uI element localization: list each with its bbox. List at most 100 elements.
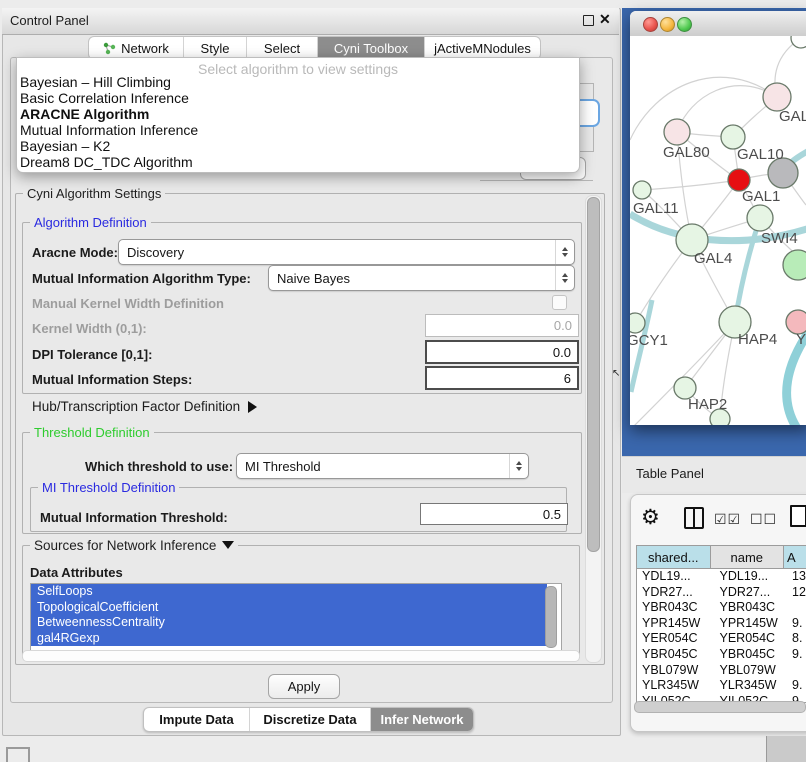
network-node	[633, 181, 651, 199]
data-attributes-label: Data Attributes	[30, 565, 123, 580]
table-horizontal-scrollbar[interactable]	[634, 701, 806, 713]
tab-network[interactable]: Network	[89, 37, 183, 59]
algorithm-option-selected[interactable]: ARACNE Algorithm	[20, 106, 149, 122]
minimized-window-icon[interactable]	[6, 747, 30, 762]
network-node	[763, 83, 791, 111]
tab-style[interactable]: Style	[183, 37, 246, 59]
manual-kernel-checkbox[interactable]	[552, 295, 567, 310]
cyni-algorithm-settings-title: Cyni Algorithm Settings	[23, 186, 165, 201]
column-header-shared-name[interactable]: shared...	[637, 546, 711, 568]
node-label: Y	[796, 331, 806, 348]
network-node	[791, 36, 806, 48]
tab-label: Impute Data	[159, 712, 233, 727]
network-node-labels: GAL GAL80 GAL10 GAL11 GAL1 SWI4 GAL4 GCY…	[630, 108, 806, 413]
algorithm-dropdown-popup: Select algorithm to view settings Bayesi…	[16, 57, 580, 173]
network-node	[630, 313, 645, 333]
network-node	[664, 119, 690, 145]
table-row[interactable]: YBR045CYBR045C9.	[637, 647, 806, 663]
cyni-bottom-tabs: Impute Data Discretize Data Infer Networ…	[143, 707, 474, 732]
horizontal-scrollbar[interactable]	[22, 650, 580, 662]
spinner-icon	[555, 240, 574, 264]
which-threshold-select[interactable]: MI Threshold	[236, 453, 529, 479]
aracne-mode-value: Discovery	[119, 245, 555, 260]
network-graph: GAL GAL80 GAL10 GAL11 GAL1 SWI4 GAL4 GCY…	[630, 36, 806, 425]
table-row[interactable]: YDL19...YDL19...13	[637, 569, 806, 585]
network-window-titlebar[interactable]	[630, 11, 806, 37]
table-row[interactable]: YER054CYER054C8.	[637, 631, 806, 647]
table-row[interactable]: YDR27...YDR27...12	[637, 585, 806, 601]
close-icon[interactable]: ✕	[599, 11, 611, 28]
mi-type-value: Naive Bayes	[269, 271, 555, 286]
algorithm-definition-title: Algorithm Definition	[30, 215, 151, 230]
list-item[interactable]: gal4RGexp	[31, 631, 547, 647]
algorithm-option[interactable]: Mutual Information Inference	[20, 122, 198, 138]
unchecked-checkboxes-icon[interactable]: ☐☐	[750, 511, 777, 528]
document-icon[interactable]	[790, 505, 806, 527]
list-item[interactable]: BetweennessCentrality	[31, 615, 547, 631]
mi-steps-field[interactable]: 6	[425, 366, 579, 390]
minimize-traffic-light-icon[interactable]	[660, 17, 675, 32]
mi-threshold-value: 0.5	[543, 507, 561, 522]
node-table[interactable]: shared... name A YDL19...YDL19...13 YDR2…	[636, 545, 806, 703]
node-label: HAP2	[688, 396, 727, 413]
close-traffic-light-icon[interactable]	[643, 17, 658, 32]
node-label: GAL4	[694, 250, 732, 267]
apply-label: Apply	[288, 679, 321, 694]
tab-infer-network[interactable]: Infer Network	[370, 708, 473, 731]
tab-jactivemnodules[interactable]: jActiveMNodules	[424, 37, 540, 59]
tab-label: Select	[264, 41, 300, 56]
table-row[interactable]: YPR145WYPR145W9.	[637, 616, 806, 632]
dpi-tolerance-value: 0.0	[553, 345, 571, 360]
column-header-partial[interactable]: A	[784, 546, 806, 568]
gear-icon[interactable]: ⚙	[641, 505, 660, 530]
manual-kernel-label: Manual Kernel Width Definition	[32, 296, 224, 311]
tab-select[interactable]: Select	[246, 37, 317, 59]
tab-impute-data[interactable]: Impute Data	[144, 708, 249, 731]
mi-threshold-title: MI Threshold Definition	[38, 480, 179, 495]
tab-discretize-data[interactable]: Discretize Data	[249, 708, 370, 731]
mi-threshold-field[interactable]: 0.5	[420, 503, 568, 525]
network-node	[783, 250, 806, 280]
hub-section-toggle[interactable]: Hub/Transcription Factor Definition	[32, 399, 257, 414]
data-attributes-list[interactable]: SelfLoops TopologicalCoefficient Between…	[30, 583, 562, 652]
network-canvas[interactable]: GAL GAL80 GAL10 GAL11 GAL1 SWI4 GAL4 GCY…	[630, 36, 806, 425]
sources-toggle[interactable]: Sources for Network Inference	[30, 538, 238, 553]
algorithm-option[interactable]: Bayesian – Hill Climbing	[20, 74, 171, 90]
control-panel-title: Control Panel	[10, 13, 89, 28]
spinner-icon	[555, 266, 574, 290]
algorithm-option[interactable]: Dream8 DC_TDC Algorithm	[20, 154, 193, 170]
mi-type-select[interactable]: Naive Bayes	[268, 265, 575, 291]
which-threshold-value: MI Threshold	[237, 459, 509, 474]
tab-cyni-toolbox[interactable]: Cyni Toolbox	[317, 37, 424, 59]
list-item[interactable]: TopologicalCoefficient	[31, 600, 547, 616]
kernel-width-field[interactable]: 0.0	[425, 314, 579, 337]
table-row[interactable]: YLR345WYLR345W9.	[637, 678, 806, 694]
algorithm-option[interactable]: Bayesian – K2	[20, 138, 110, 154]
spinner-icon	[509, 454, 528, 478]
kernel-width-label: Kernel Width (0,1):	[32, 321, 147, 336]
float-window-icon[interactable]	[583, 15, 594, 26]
apply-button[interactable]: Apply	[268, 674, 340, 699]
kernel-width-value: 0.0	[554, 318, 572, 333]
dpi-tolerance-field[interactable]: 0.0	[425, 340, 579, 364]
column-header-name[interactable]: name	[711, 546, 785, 568]
network-view-window[interactable]: GAL GAL80 GAL10 GAL11 GAL1 SWI4 GAL4 GCY…	[630, 11, 806, 425]
split-columns-icon[interactable]	[684, 507, 704, 529]
expanded-arrow-icon	[222, 541, 234, 549]
hub-section-label: Hub/Transcription Factor Definition	[32, 399, 240, 414]
mi-steps-label: Mutual Information Steps:	[32, 372, 192, 387]
algorithm-option[interactable]: Basic Correlation Inference	[20, 90, 189, 106]
zoom-traffic-light-icon[interactable]	[677, 17, 692, 32]
table-row[interactable]: YBL079WYBL079W	[637, 663, 806, 679]
table-row[interactable]: YBR043CYBR043C	[637, 600, 806, 616]
checked-checkboxes-icon[interactable]: ☑☑	[714, 511, 741, 528]
aracne-mode-select[interactable]: Discovery	[118, 239, 575, 265]
list-scrollbar[interactable]	[545, 586, 557, 648]
sources-title: Sources for Network Inference	[34, 538, 216, 553]
tab-label: Style	[201, 41, 230, 56]
control-panel-titlebar[interactable]	[2, 8, 619, 35]
node-label: SWI4	[761, 230, 798, 247]
settings-scrollbar-thumb[interactable]	[587, 197, 600, 552]
list-item[interactable]: SelfLoops	[31, 584, 547, 600]
panel-fragment	[766, 736, 806, 762]
